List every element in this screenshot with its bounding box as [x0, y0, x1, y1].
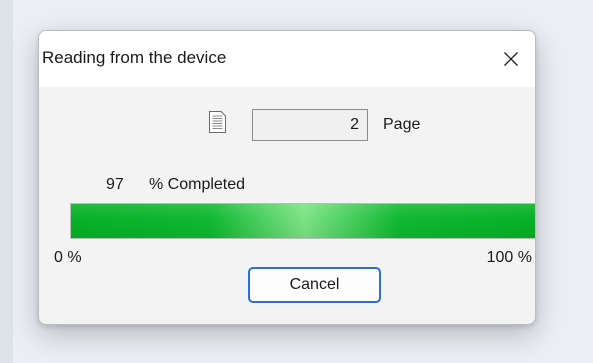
background-panel — [0, 0, 13, 363]
percent-value: 97 — [106, 176, 124, 193]
title-bar: Reading from the device — [39, 31, 535, 87]
percent-label: % Completed — [149, 176, 246, 193]
close-icon — [504, 52, 518, 66]
document-icon — [209, 111, 226, 133]
page-label: Page — [383, 116, 421, 133]
dialog-title: Reading from the device — [42, 48, 227, 67]
cancel-button[interactable]: Cancel — [248, 267, 381, 303]
progress-scale-min: 0 % — [54, 249, 82, 266]
progress-bar — [70, 203, 535, 239]
page-number-field: 2 — [252, 109, 368, 141]
progress-dialog: Reading from the device 2 Page 97 % Comp… — [38, 30, 536, 325]
progress-scale-max: 100 % — [486, 249, 532, 266]
progress-fill — [71, 204, 535, 238]
close-button[interactable] — [493, 41, 529, 77]
